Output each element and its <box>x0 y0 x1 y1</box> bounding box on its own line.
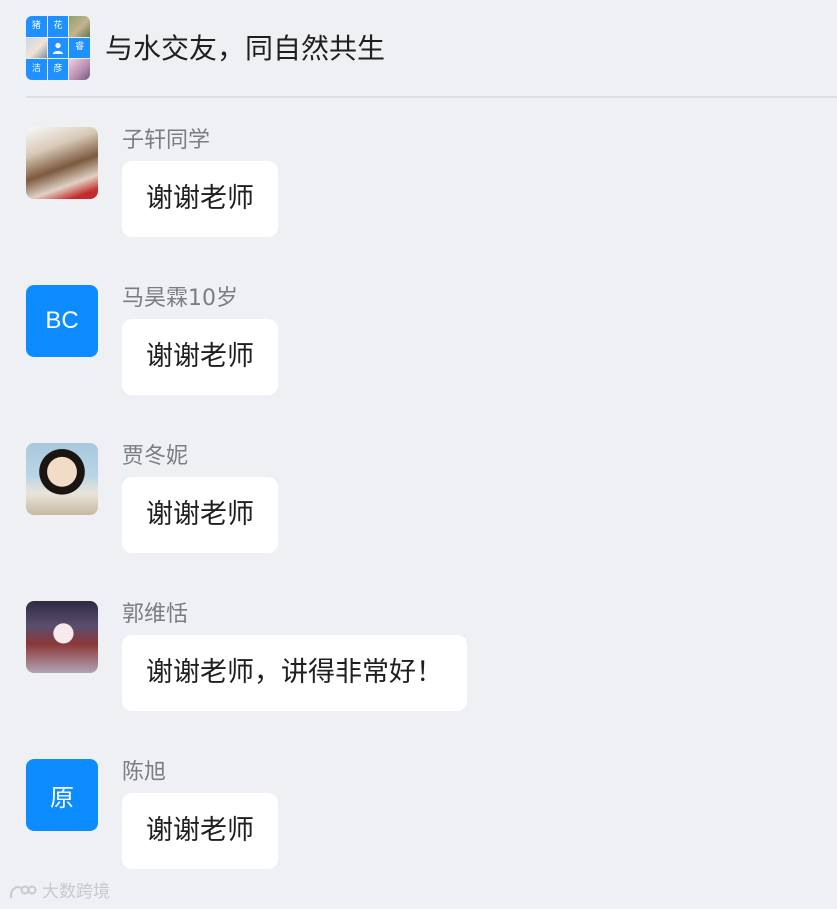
group-avatar-photo <box>69 59 90 80</box>
message-bubble[interactable]: 谢谢老师 <box>122 161 278 237</box>
sender-name: 马昊霖10岁 <box>122 286 238 311</box>
watermark-text: 大数跨境 <box>42 882 110 902</box>
watermark-logo-icon <box>9 885 37 899</box>
message-bubble[interactable]: 谢谢老师 <box>122 477 278 553</box>
message-bubble[interactable]: 谢谢老师，讲得非常好！ <box>122 635 467 711</box>
group-avatar-tile: 洁 <box>26 59 47 80</box>
message-bubble[interactable]: 谢谢老师 <box>122 319 278 395</box>
group-avatar-tile: 猪 <box>26 16 47 37</box>
header-divider <box>26 96 837 98</box>
group-avatar[interactable]: 猪 花 睿 洁 彦 <box>26 16 90 80</box>
group-avatar-tile: 睿 <box>69 37 90 59</box>
watermark: 大数跨境 <box>8 880 110 904</box>
group-avatar-photo <box>26 37 47 59</box>
avatar[interactable]: BC <box>26 285 98 357</box>
group-title: 与水交友，同自然共生 <box>105 32 386 65</box>
sender-name: 陈旭 <box>122 760 167 785</box>
avatar[interactable] <box>26 443 98 515</box>
sender-name: 子轩同学 <box>122 128 211 153</box>
group-avatar-photo <box>69 16 90 37</box>
person-icon <box>47 37 69 59</box>
message-bubble[interactable]: 谢谢老师 <box>122 793 278 869</box>
sender-name: 贾冬妮 <box>122 444 189 469</box>
avatar[interactable] <box>26 601 98 673</box>
chat-header: 猪 花 睿 洁 彦 与水交友，同自然共生 <box>0 0 837 98</box>
group-avatar-tile: 花 <box>47 16 69 37</box>
avatar[interactable]: 原 <box>26 759 98 831</box>
group-avatar-tile: 彦 <box>47 59 69 80</box>
sender-name: 郭维恬 <box>122 602 189 627</box>
avatar[interactable] <box>26 127 98 199</box>
